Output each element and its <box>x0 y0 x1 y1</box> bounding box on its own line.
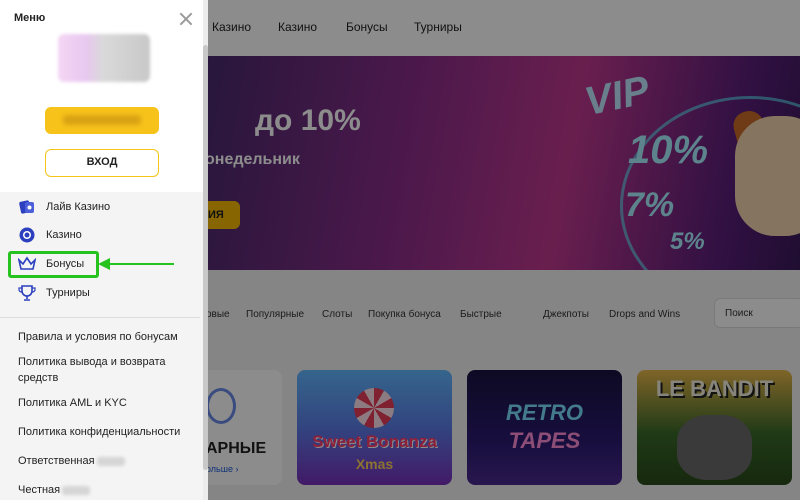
sidebar-item-live-casino[interactable]: Лайв Казино <box>0 194 200 220</box>
blurred-word <box>96 456 125 466</box>
blurred-logo <box>58 34 150 82</box>
sidebar-item-label: Казино <box>46 229 82 241</box>
link-bonus-terms[interactable]: Правила и условия по бонусам <box>18 329 198 345</box>
login-button[interactable]: ВХОД <box>45 149 159 177</box>
arrow-line <box>108 263 174 265</box>
sidebar-item-label: Турниры <box>46 287 90 299</box>
link-label: Ответственная <box>18 455 95 467</box>
chip-icon <box>19 227 35 243</box>
close-icon[interactable] <box>177 10 195 28</box>
link-withdrawal-policy[interactable]: Политика вывода и возврата средств <box>18 354 198 386</box>
side-menu: Меню ВХОД Лайв Казино Казино Бонусы Турн… <box>0 0 208 500</box>
link-label: Честная <box>18 484 61 496</box>
trophy-icon <box>18 285 36 301</box>
link-aml-kyc[interactable]: Политика AML и KYC <box>18 395 198 411</box>
menu-divider <box>0 317 200 318</box>
blurred-word <box>62 485 91 495</box>
sidebar-item-casino[interactable]: Казино <box>0 222 200 248</box>
link-fair-play[interactable]: Честная <box>18 482 198 498</box>
menu-header: Меню ВХОД <box>0 0 208 192</box>
live-casino-icon <box>19 200 34 214</box>
blurred-label <box>63 115 141 125</box>
menu-title: Меню <box>14 12 46 24</box>
sidebar-item-tournaments[interactable]: Турниры <box>0 280 200 306</box>
highlight-box <box>8 251 99 278</box>
link-privacy-policy[interactable]: Политика конфиденциальности <box>18 424 198 440</box>
register-button[interactable] <box>45 107 159 134</box>
link-responsible-gaming[interactable]: Ответственная <box>18 453 198 469</box>
sidebar-item-label: Лайв Казино <box>46 201 111 213</box>
scrollbar-thumb[interactable] <box>203 45 208 470</box>
